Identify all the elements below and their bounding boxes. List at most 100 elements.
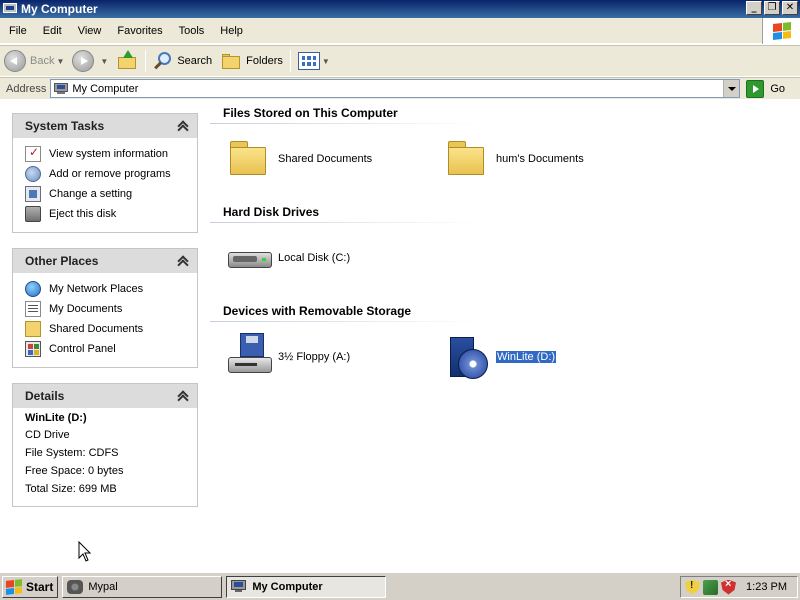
task-add-remove-programs[interactable]: Add or remove programs — [25, 164, 187, 184]
back-button[interactable]: Back ▼ — [0, 48, 68, 74]
details-free-space: Free Space: 0 bytes — [25, 465, 124, 477]
system-tasks-panel: System Tasks View system information Add… — [12, 113, 198, 233]
address-bar: Address My Computer Go — [0, 77, 800, 99]
item-label: Local Disk (C:) — [278, 252, 351, 264]
security-alert-icon[interactable] — [685, 579, 700, 595]
windows-logo — [762, 18, 800, 44]
maximize-button[interactable]: ❐ — [764, 1, 780, 15]
my-computer-icon — [3, 3, 17, 15]
panel-title: Details — [25, 389, 65, 403]
task-view-system-info[interactable]: View system information — [25, 144, 187, 164]
folder-icon — [25, 321, 41, 337]
menu-view[interactable]: View — [70, 18, 110, 44]
menu-tools[interactable]: Tools — [171, 18, 213, 44]
folders-button[interactable]: Folders — [216, 48, 287, 74]
floppy-icon — [226, 333, 274, 381]
window-title: My Computer — [21, 2, 98, 16]
task-label: Eject this disk — [49, 208, 117, 220]
documents-icon — [25, 301, 41, 317]
system-info-icon — [25, 145, 41, 162]
my-computer-icon — [54, 82, 69, 95]
item-floppy-a[interactable]: 3½ Floppy (A:) — [226, 333, 350, 381]
title-bar[interactable]: My Computer _ ❐ ✕ — [0, 0, 800, 18]
address-dropdown-icon[interactable] — [723, 80, 740, 97]
hard-disk-icon — [226, 234, 274, 282]
task-label: Change a setting — [49, 188, 133, 200]
details-header[interactable]: Details — [13, 384, 197, 408]
item-hums-documents[interactable]: hum's Documents — [444, 135, 584, 183]
search-button[interactable]: Search — [149, 48, 216, 74]
back-arrow-icon — [4, 50, 26, 72]
toolbar: Back ▼ ▼ Search Folders ▼ — [0, 45, 800, 76]
system-tasks-header[interactable]: System Tasks — [13, 114, 197, 138]
details-item-name: WinLite (D:) — [25, 412, 87, 424]
views-icon — [297, 52, 320, 70]
collapse-chevron-icon[interactable] — [177, 390, 189, 402]
windows-flag-icon — [772, 22, 791, 40]
folders-label: Folders — [246, 55, 283, 67]
search-icon — [153, 51, 173, 71]
start-button[interactable]: Start — [2, 575, 59, 598]
windows-flag-icon — [6, 578, 22, 595]
place-label: My Network Places — [49, 283, 144, 295]
address-label: Address — [6, 82, 47, 95]
my-computer-icon — [231, 579, 247, 594]
views-button[interactable]: ▼ — [294, 48, 334, 74]
section-header-files: Files Stored on This Computer — [210, 102, 480, 124]
mypal-icon — [67, 579, 84, 594]
cd-drive-icon — [444, 333, 492, 381]
back-dropdown-icon[interactable]: ▼ — [56, 57, 64, 66]
taskbar-button-mypal[interactable]: Mypal — [62, 575, 223, 598]
menu-edit[interactable]: Edit — [35, 18, 70, 44]
forward-dropdown-icon[interactable]: ▼ — [100, 57, 108, 66]
start-label: Start — [26, 579, 54, 594]
item-winlite-d[interactable]: WinLite (D:) — [444, 333, 558, 381]
details-type: CD Drive — [25, 429, 70, 441]
item-label: WinLite (D:) — [494, 350, 558, 364]
collapse-chevron-icon[interactable] — [177, 255, 189, 267]
task-label: View system information — [49, 148, 169, 160]
clock[interactable]: 1:23 PM — [746, 581, 787, 593]
network-tray-icon[interactable] — [703, 579, 718, 595]
item-shared-documents[interactable]: Shared Documents — [226, 135, 372, 183]
place-shared-documents[interactable]: Shared Documents — [25, 319, 187, 339]
place-control-panel[interactable]: Control Panel — [25, 339, 187, 359]
other-places-header[interactable]: Other Places — [13, 249, 197, 273]
control-panel-icon — [25, 341, 41, 357]
address-value: My Computer — [72, 82, 139, 95]
place-my-network-places[interactable]: My Network Places — [25, 279, 187, 299]
address-input[interactable]: My Computer — [50, 79, 741, 98]
up-button[interactable] — [112, 48, 142, 74]
task-eject-disk[interactable]: Eject this disk — [25, 204, 187, 224]
collapse-chevron-icon[interactable] — [177, 120, 189, 132]
go-button[interactable]: Go — [746, 79, 785, 98]
forward-arrow-icon — [72, 50, 95, 72]
panel-title: System Tasks — [25, 119, 105, 133]
forward-button[interactable]: ▼ — [68, 48, 112, 74]
place-my-documents[interactable]: My Documents — [25, 299, 187, 319]
menu-help[interactable]: Help — [212, 18, 251, 44]
menu-favorites[interactable]: Favorites — [109, 18, 170, 44]
taskbar-label: My Computer — [252, 580, 323, 593]
task-change-setting[interactable]: Change a setting — [25, 184, 187, 204]
item-local-disk-c[interactable]: Local Disk (C:) — [226, 234, 350, 282]
control-setting-icon — [25, 186, 41, 202]
security-center-icon[interactable] — [721, 579, 736, 595]
taskbar-button-my-computer[interactable]: My Computer — [226, 575, 387, 598]
taskbar: Start Mypal My Computer 1:23 PM — [0, 572, 800, 600]
item-label: hum's Documents — [496, 153, 584, 165]
place-label: Shared Documents — [49, 323, 144, 335]
menu-bar: File Edit View Favorites Tools Help — [0, 18, 800, 44]
menu-file[interactable]: File — [0, 18, 35, 44]
views-dropdown-icon[interactable]: ▼ — [322, 57, 330, 66]
close-button[interactable]: ✕ — [782, 1, 798, 15]
add-remove-icon — [25, 166, 41, 182]
minimize-button[interactable]: _ — [746, 1, 762, 15]
place-label: Control Panel — [49, 343, 116, 355]
details-total-size: Total Size: 699 MB — [25, 483, 117, 495]
folder-icon — [226, 135, 274, 183]
back-label: Back — [30, 55, 55, 67]
details-file-system: File System: CDFS — [25, 447, 119, 459]
item-label: Shared Documents — [278, 153, 373, 165]
folder-up-icon — [116, 50, 138, 72]
